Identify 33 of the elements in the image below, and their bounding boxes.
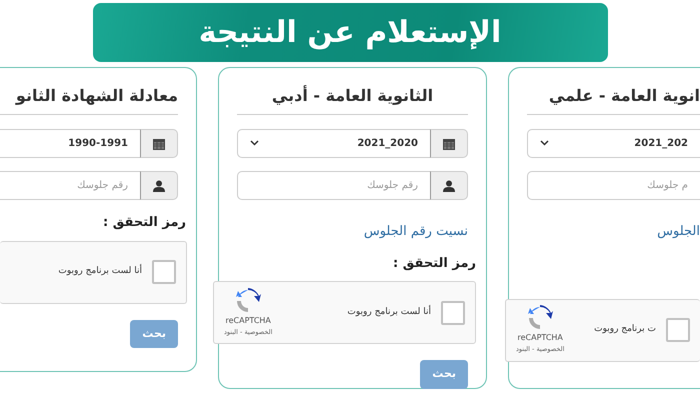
captcha-checkbox[interactable] [666, 318, 690, 342]
year-value: 1990-1991 [68, 137, 128, 151]
captcha-checkbox[interactable] [441, 300, 465, 324]
chevron-down-icon [250, 140, 259, 146]
card-title: انوية العامة - علمي [548, 85, 700, 107]
recaptcha-logo-icon [235, 288, 262, 314]
captcha-checkbox-label: أنا لست برنامج روبوت [58, 265, 142, 278]
forgot-seat-number-link[interactable]: الجلوس [657, 222, 700, 242]
year-select[interactable]: 2021_2020 [237, 129, 430, 158]
recaptcha-logo-icon [527, 305, 554, 332]
card-title: معادلة الشهادة الثانو [14, 85, 178, 107]
recaptcha-brand: reCAPTCHA [517, 332, 563, 344]
chevron-down-icon [540, 140, 549, 146]
seat-number-field[interactable]: رقم جلوسك [0, 171, 140, 200]
year-select[interactable]: 1990-1991 [0, 129, 140, 158]
captcha-label: رمز التحقق : [392, 254, 476, 272]
captcha-checkbox-label: أنا لست برنامج روبوت [347, 306, 431, 319]
year-value: 2021_202 [634, 137, 688, 151]
captcha-checkbox-label: ت برنامج روبوت [594, 323, 656, 336]
user-icon [443, 180, 455, 192]
calendar-icon [153, 138, 165, 150]
banner-title: الإستعلام عن النتيجة [198, 14, 502, 52]
seat-number-field[interactable]: رقم جلوسك [237, 171, 430, 200]
seat-number-field[interactable]: م جلوسك [527, 171, 700, 200]
year-select[interactable]: 2021_202 [527, 129, 700, 158]
year-value: 2021_2020 [357, 137, 418, 151]
forgot-seat-number-link[interactable]: نسيت رقم الجلوس [364, 222, 468, 242]
captcha-checkbox[interactable] [152, 260, 176, 284]
captcha-label: رمز التحقق : [102, 214, 186, 232]
user-icon [153, 180, 165, 192]
card-title: الثانوية العامة - أدبي [270, 84, 434, 107]
calendar-icon [443, 138, 455, 150]
recaptcha-brand: reCAPTCHA [225, 314, 271, 327]
